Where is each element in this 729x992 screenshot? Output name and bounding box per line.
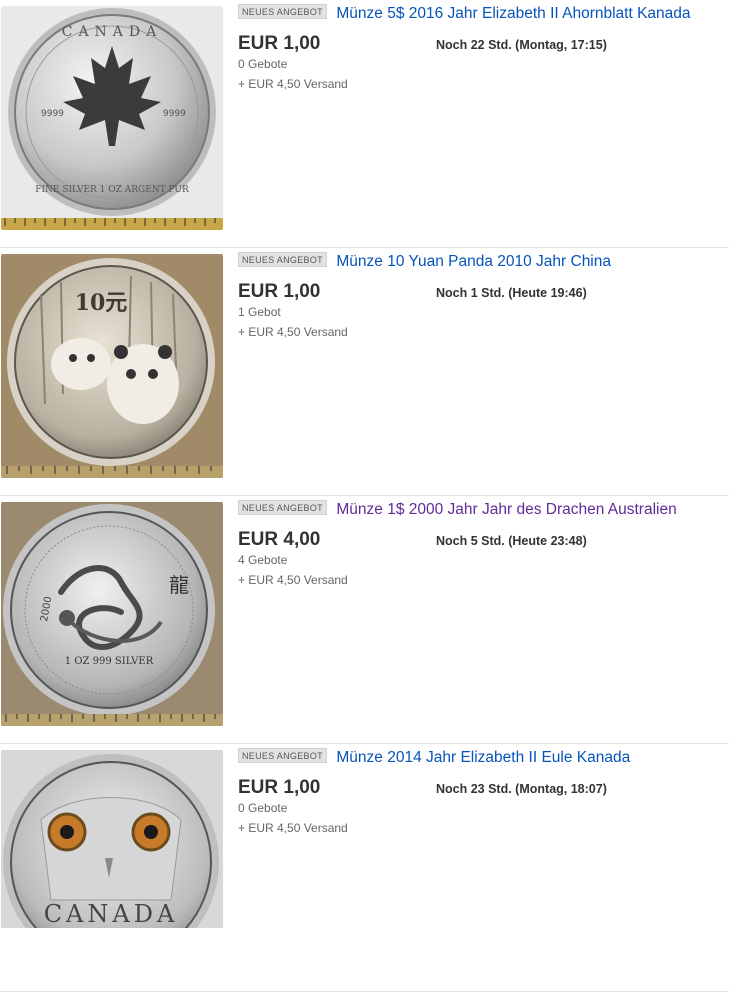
time-left: Noch 23 Std. (Montag, 18:07) <box>436 782 607 796</box>
bid-count: 0 Gebote <box>238 801 288 815</box>
coin-text: FINE SILVER 1 OZ ARGENT PUR <box>35 185 189 195</box>
coin-text: 9999 <box>163 109 186 119</box>
shipping-cost: + EUR 4,50 Versand <box>238 325 348 339</box>
new-listing-badge: Neues Angebot <box>238 4 327 19</box>
listing-info: Neues Angebot Münze 1$ 2000 Jahr Jahr de… <box>238 500 729 587</box>
listing-price: EUR 1,00 <box>238 777 321 798</box>
listing-image[interactable]: CANADA <box>1 750 223 928</box>
bid-count: 1 Gebot <box>238 305 281 319</box>
listing-info: Neues Angebot Münze 5$ 2016 Jahr Elizabe… <box>238 4 729 91</box>
listing-image[interactable]: 2000 龍 1 OZ 999 SILVER <box>1 502 223 726</box>
listing-title-link[interactable]: Münze 2014 Jahr Elizabeth II Eule Kanada <box>336 749 630 766</box>
coin-text: 龍 <box>169 573 189 597</box>
coin-text: CANADA <box>62 24 163 40</box>
shipping-cost: + EUR 4,50 Versand <box>238 821 348 835</box>
dragon-coin-image: 2000 龍 1 OZ 999 SILVER <box>1 502 223 726</box>
maple-leaf-coin-image: CANADA 9999 9999 FINE SILVER 1 OZ ARGENT… <box>1 6 223 230</box>
coin-text: CANADA <box>44 900 179 928</box>
new-listing-badge: Neues Angebot <box>238 252 327 267</box>
listing-item: CANADA 9999 9999 FINE SILVER 1 OZ ARGENT… <box>0 0 729 248</box>
new-listing-badge: Neues Angebot <box>238 500 327 515</box>
coin-text: 1 OZ 999 SILVER <box>65 656 154 667</box>
listing-info: Neues Angebot Münze 2014 Jahr Elizabeth … <box>238 748 729 835</box>
time-left: Noch 5 Std. (Heute 23:48) <box>436 534 587 548</box>
panda-coin-image: 10元 <box>1 254 223 478</box>
listing-image[interactable]: 10元 <box>1 254 223 478</box>
bid-count: 0 Gebote <box>238 57 288 71</box>
listing-title-link[interactable]: Münze 10 Yuan Panda 2010 Jahr China <box>336 253 611 270</box>
listing-price: EUR 1,00 <box>238 281 321 302</box>
coin-text: 10元 <box>75 290 128 316</box>
listing-image[interactable]: CANADA 9999 9999 FINE SILVER 1 OZ ARGENT… <box>1 6 223 230</box>
coin-text: 9999 <box>41 109 64 119</box>
time-left: Noch 1 Std. (Heute 19:46) <box>436 286 587 300</box>
bid-count: 4 Gebote <box>238 553 288 567</box>
listing-item: 2000 龍 1 OZ 999 SILVER Neues Angebot Mün… <box>0 496 729 744</box>
shipping-cost: + EUR 4,50 Versand <box>238 77 348 91</box>
listing-item: 10元 Neues Angebot Münze 10 Yuan Panda 20… <box>0 248 729 496</box>
time-left: Noch 22 Std. (Montag, 17:15) <box>436 38 607 52</box>
listing-price: EUR 4,00 <box>238 529 321 550</box>
new-listing-badge: Neues Angebot <box>238 748 327 763</box>
listing-title-link[interactable]: Münze 1$ 2000 Jahr Jahr des Drachen Aust… <box>336 501 676 518</box>
owl-coin-image: CANADA <box>1 750 223 928</box>
listing-info: Neues Angebot Münze 10 Yuan Panda 2010 J… <box>238 252 729 339</box>
listing-title-link[interactable]: Münze 5$ 2016 Jahr Elizabeth II Ahornbla… <box>336 5 690 22</box>
shipping-cost: + EUR 4,50 Versand <box>238 573 348 587</box>
listing-item: CANADA Neues Angebot Münze 2014 Jahr Eli… <box>0 744 729 992</box>
listing-price: EUR 1,00 <box>238 33 321 54</box>
